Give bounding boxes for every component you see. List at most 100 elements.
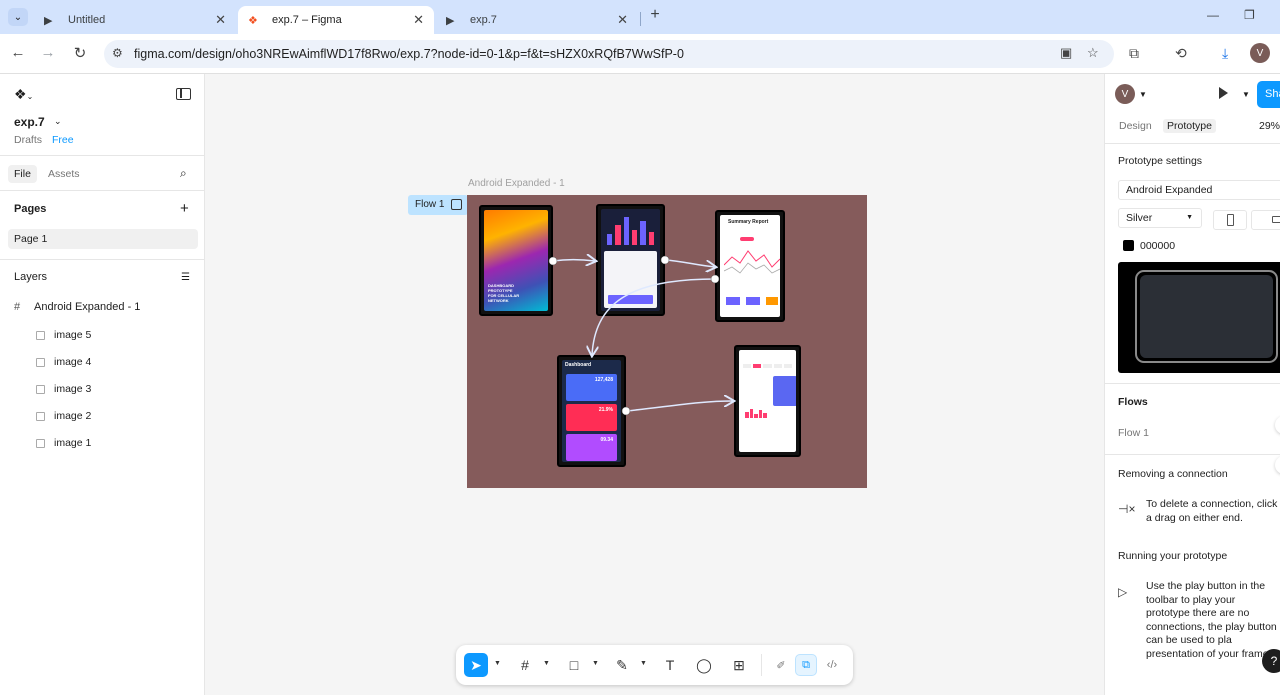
close-icon[interactable]: ✕ bbox=[413, 12, 424, 28]
help-button[interactable]: ? bbox=[1262, 649, 1280, 673]
add-page-button[interactable]: + bbox=[180, 200, 189, 217]
connection-handle[interactable] bbox=[548, 256, 558, 266]
reload-icon[interactable]: ↻ bbox=[70, 44, 90, 62]
tab-prototype[interactable]: Prototype bbox=[1163, 119, 1216, 133]
tab-assets[interactable]: Assets bbox=[42, 165, 86, 183]
flow-action-button[interactable] bbox=[1275, 416, 1280, 434]
layer-name: image 5 bbox=[54, 329, 92, 341]
chevron-down-icon[interactable]: ▼ bbox=[1242, 90, 1250, 99]
tab-title: exp.7 – Figma bbox=[272, 14, 342, 26]
frame-label[interactable]: Android Expanded - 1 bbox=[468, 178, 565, 189]
profile-avatar[interactable]: V bbox=[1250, 43, 1270, 63]
connection-3-4[interactable] bbox=[592, 278, 716, 355]
layer-item[interactable]: image 5 bbox=[36, 329, 91, 341]
user-avatar[interactable]: V bbox=[1115, 84, 1135, 104]
figma-menu-icon[interactable]: ❖⌄ bbox=[14, 86, 33, 103]
connection-2-3[interactable] bbox=[664, 259, 715, 267]
pen-tool-icon[interactable]: ✎ bbox=[610, 653, 634, 677]
dev-mode-icon[interactable]: ‹/› bbox=[821, 654, 843, 676]
layer-item[interactable]: image 4 bbox=[36, 356, 91, 368]
forward-icon[interactable]: → bbox=[38, 44, 58, 61]
layer-frame[interactable]: # Android Expanded - 1 bbox=[14, 301, 140, 313]
close-icon[interactable]: ✕ bbox=[215, 12, 226, 28]
prototype-settings-title: Prototype settings bbox=[1118, 155, 1203, 167]
draw-mode-icon[interactable]: ✐ bbox=[770, 654, 792, 676]
chevron-down-icon[interactable]: ▼ bbox=[592, 660, 599, 667]
prototype-mode-icon[interactable]: ⧉ bbox=[795, 654, 817, 676]
model-select[interactable]: Silver ▼ bbox=[1118, 208, 1202, 228]
comment-tool-icon[interactable]: ◯ bbox=[692, 653, 716, 677]
close-icon[interactable]: ✕ bbox=[617, 12, 628, 28]
chevron-down-icon: ▼ bbox=[1186, 214, 1193, 221]
drafts-link[interactable]: Drafts bbox=[14, 134, 42, 146]
history-icon[interactable]: ⟲ bbox=[1175, 45, 1187, 62]
download-icon[interactable]: ⤓ bbox=[1222, 45, 1228, 62]
connection-handle[interactable] bbox=[710, 274, 720, 284]
chevron-down-icon[interactable]: ▼ bbox=[1139, 90, 1147, 99]
tab-search-icon[interactable]: ⌄ bbox=[8, 8, 28, 26]
play-icon[interactable] bbox=[1219, 87, 1228, 99]
page-item[interactable]: Page 1 bbox=[8, 229, 198, 249]
plan-badge[interactable]: Free bbox=[52, 134, 74, 146]
share-button[interactable]: Sha bbox=[1257, 81, 1280, 108]
play-outline-icon: ▷ bbox=[1118, 585, 1128, 599]
color-swatch[interactable] bbox=[1123, 240, 1134, 251]
image-icon bbox=[36, 411, 45, 421]
back-icon[interactable]: ← bbox=[8, 44, 28, 61]
tab-figma[interactable]: ❖ exp.7 – Figma ✕ bbox=[238, 6, 434, 34]
text-tool-icon[interactable]: T bbox=[658, 653, 682, 677]
tab-file[interactable]: File bbox=[8, 165, 37, 183]
clipboard-icon[interactable]: ▣ bbox=[1060, 45, 1072, 61]
play-icon[interactable] bbox=[451, 199, 462, 210]
minimize-icon[interactable]: — bbox=[1207, 8, 1219, 22]
tab-title: exp.7 bbox=[470, 14, 497, 26]
android-frame[interactable]: DASHBOARD PROTOTYPE FOR CELLULAR NETWORK Su… bbox=[467, 195, 867, 488]
connection-1-2[interactable] bbox=[552, 260, 595, 262]
layer-name: image 1 bbox=[54, 437, 92, 449]
pages-title: Pages bbox=[14, 203, 47, 215]
device-select[interactable]: Android Expanded bbox=[1118, 180, 1280, 200]
tab-design[interactable]: Design bbox=[1115, 119, 1156, 133]
address-bar[interactable]: ⚙ figma.com/design/oho3NREwAimflWD17f8Rw… bbox=[104, 40, 1114, 68]
chevron-down-icon[interactable]: ▼ bbox=[494, 660, 501, 667]
background-color-value[interactable]: 000000 bbox=[1140, 240, 1175, 252]
flow-badge-label: Flow 1 bbox=[415, 199, 445, 210]
layer-name: Android Expanded - 1 bbox=[34, 301, 141, 313]
frame-icon: # bbox=[14, 301, 21, 313]
flow-item[interactable]: Flow 1 bbox=[1118, 427, 1149, 439]
extensions-icon[interactable]: ⧉ bbox=[1129, 45, 1139, 62]
collapse-layers-icon[interactable]: ☰ bbox=[181, 272, 190, 283]
url-text: figma.com/design/oho3NREwAimflWD17f8Rwo/… bbox=[134, 47, 684, 61]
zoom-level[interactable]: 29% bbox=[1259, 120, 1280, 132]
connection-4-5[interactable] bbox=[625, 401, 733, 412]
actions-tool-icon[interactable]: ⊞ bbox=[727, 653, 751, 677]
rectangle-tool-icon[interactable]: □ bbox=[562, 653, 586, 677]
layer-item[interactable]: image 2 bbox=[36, 410, 91, 422]
restore-icon[interactable]: ❐ bbox=[1244, 8, 1255, 22]
chevron-down-icon[interactable]: ▼ bbox=[640, 660, 647, 667]
play-icon: ▶ bbox=[44, 14, 53, 27]
toggle-ui-icon[interactable] bbox=[176, 88, 191, 100]
chevron-down-icon[interactable]: ▼ bbox=[543, 660, 550, 667]
bookmark-star-icon[interactable]: ☆ bbox=[1087, 45, 1099, 61]
flow-start-badge[interactable]: Flow 1 bbox=[408, 195, 468, 215]
connection-handle[interactable] bbox=[621, 406, 631, 416]
layer-item[interactable]: image 1 bbox=[36, 437, 91, 449]
chevron-down-icon[interactable]: ⌄ bbox=[54, 116, 62, 127]
frame-tool-icon[interactable]: # bbox=[513, 653, 537, 677]
new-tab-button[interactable]: + bbox=[645, 6, 665, 24]
site-settings-icon[interactable]: ⚙ bbox=[112, 46, 123, 60]
design-canvas[interactable]: Android Expanded - 1 Flow 1 DASHBOARD PRO… bbox=[205, 74, 1104, 695]
layer-name: image 3 bbox=[54, 383, 92, 395]
connection-handle[interactable] bbox=[660, 255, 670, 265]
search-icon[interactable]: ⌕ bbox=[180, 166, 187, 181]
file-name[interactable]: exp.7 bbox=[14, 115, 45, 129]
tab-exp7[interactable]: ▶ exp.7 ✕ bbox=[436, 6, 638, 34]
landscape-button[interactable] bbox=[1251, 210, 1280, 230]
portrait-button[interactable] bbox=[1213, 210, 1247, 230]
flow-action-button[interactable] bbox=[1275, 456, 1280, 474]
tab-untitled[interactable]: ▶ Untitled ✕ bbox=[34, 6, 236, 34]
layer-item[interactable]: image 3 bbox=[36, 383, 91, 395]
move-tool-icon[interactable]: ➤ bbox=[464, 653, 488, 677]
figma-icon: ❖ bbox=[248, 14, 258, 27]
